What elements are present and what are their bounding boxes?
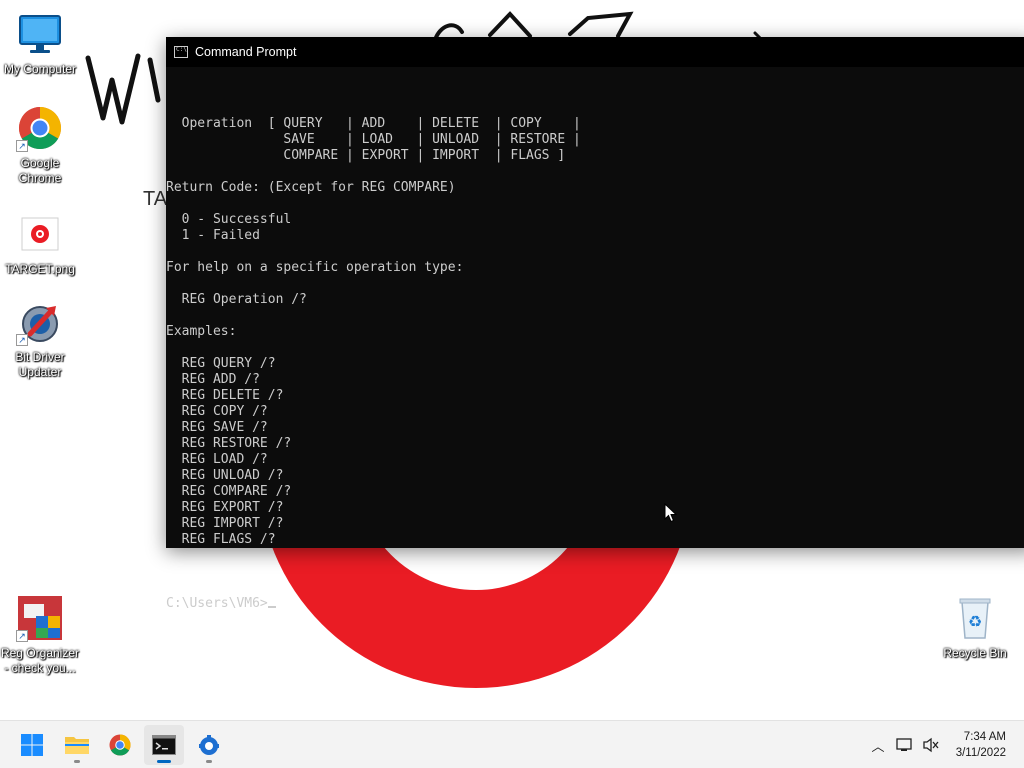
text-cursor [267,606,276,608]
start-icon [21,734,43,756]
wallpaper-text: TA [143,188,168,210]
console-line: REG RESTORE /? [166,436,292,451]
taskbar-bit-driver-updater[interactable] [189,725,229,765]
desktop-icon-bit-driver-updater[interactable]: ↗ Bit Driver Updater [0,298,80,380]
desktop-icon-target-png[interactable]: TARGET.png [0,210,80,277]
console-line: REG IMPORT /? [166,516,284,531]
console-line: For help on a specific operation type: [166,260,464,275]
console-line: REG SAVE /? [166,420,268,435]
bit-driver-updater-icon: ↗ [16,298,64,346]
chrome-icon: ↗ [16,104,64,152]
shortcut-arrow-icon: ↗ [16,140,28,152]
console-line: COMPARE | EXPORT | IMPORT | FLAGS ] [166,148,566,163]
shortcut-arrow-icon: ↗ [16,630,28,642]
console-line: REG DELETE /? [166,388,284,403]
desktop-icon-reg-organizer[interactable]: ↗ Reg Organizer - check you... [0,594,80,676]
console-line: REG LOAD /? [166,452,268,467]
window-titlebar[interactable]: Command Prompt [166,37,1024,67]
desktop-icon-label: Google Chrome [18,156,62,185]
volume-control[interactable] [920,721,942,768]
taskbar-command-prompt[interactable] [144,725,184,765]
clock-date: 3/11/2022 [955,747,1006,759]
system-clock[interactable]: 7:34 AM 3/11/2022 [940,729,1006,761]
command-prompt-window[interactable]: Command Prompt Operation [ QUERY | ADD |… [166,37,1024,611]
bit-driver-updater-icon [199,735,219,755]
console-line: REG COMPARE /? [166,484,292,499]
console-line: 0 - Successful [166,212,292,227]
console-line: REG QUERY /? [166,356,276,371]
desktop-icon-my-computer[interactable]: My Computer [0,10,80,77]
console-line: REG EXPORT /? [166,500,284,515]
console-line: REG UNLOAD /? [166,468,284,483]
show-hidden-icons-button[interactable]: ︿ [866,721,890,768]
recycle-bin-icon: ♻ [951,594,999,642]
running-indicator [74,760,80,763]
console-line: REG COPY /? [166,404,268,419]
console-line: REG ADD /? [166,372,260,387]
desktop-icon-label: Recycle Bin [943,646,1007,660]
desktop-icon-label: Reg Organizer - check you... [0,646,80,675]
console-line: Operation [ QUERY | ADD | DELETE | COPY … [166,116,581,131]
console-line: Return Code: (Except for REG COMPARE) [166,180,456,195]
console-output[interactable]: Operation [ QUERY | ADD | DELETE | COPY … [166,84,581,644]
command-prompt-icon [174,46,188,58]
console-prompt: C:\Users\VM6> [166,596,268,611]
desktop-icon-label: My Computer [3,62,77,76]
monitor-icon [16,10,64,58]
svg-text:♻: ♻ [968,612,982,631]
taskbar-file-explorer[interactable] [57,725,97,765]
window-title: Command Prompt [195,45,297,59]
network-icon [896,738,912,751]
console-line: 1 - Failed [166,228,260,243]
taskbar: ︿ 7:34 AM 3/11/2022 [0,720,1024,768]
running-indicator [206,760,212,763]
desktop-icon-label: Bit Driver Updater [15,350,65,379]
active-indicator [157,760,171,763]
chevron-up-icon: ︿ [871,738,885,754]
image-file-icon [16,210,64,258]
desktop-icon-recycle-bin[interactable]: ♻ Recycle Bin [935,594,1015,661]
clock-time: 7:34 AM [963,731,1006,743]
console-line: Examples: [166,324,237,339]
reg-organizer-icon: ↗ [16,594,64,642]
folder-icon [65,737,89,754]
desktop-icon-label: TARGET.png [5,262,75,276]
network-status[interactable] [894,721,916,768]
mouse-pointer-icon [664,503,678,523]
console-line: REG Operation /? [166,292,307,307]
start-button[interactable] [12,725,52,765]
console-line: REG FLAGS /? [166,532,276,547]
volume-muted-icon [923,737,939,753]
taskbar-chrome[interactable] [100,725,140,765]
chrome-icon [109,734,131,756]
shortcut-arrow-icon: ↗ [16,334,28,346]
desktop-icon-google-chrome[interactable]: ↗ Google Chrome [0,104,80,186]
console-line: SAVE | LOAD | UNLOAD | RESTORE | [166,132,581,147]
command-prompt-icon [152,735,176,755]
